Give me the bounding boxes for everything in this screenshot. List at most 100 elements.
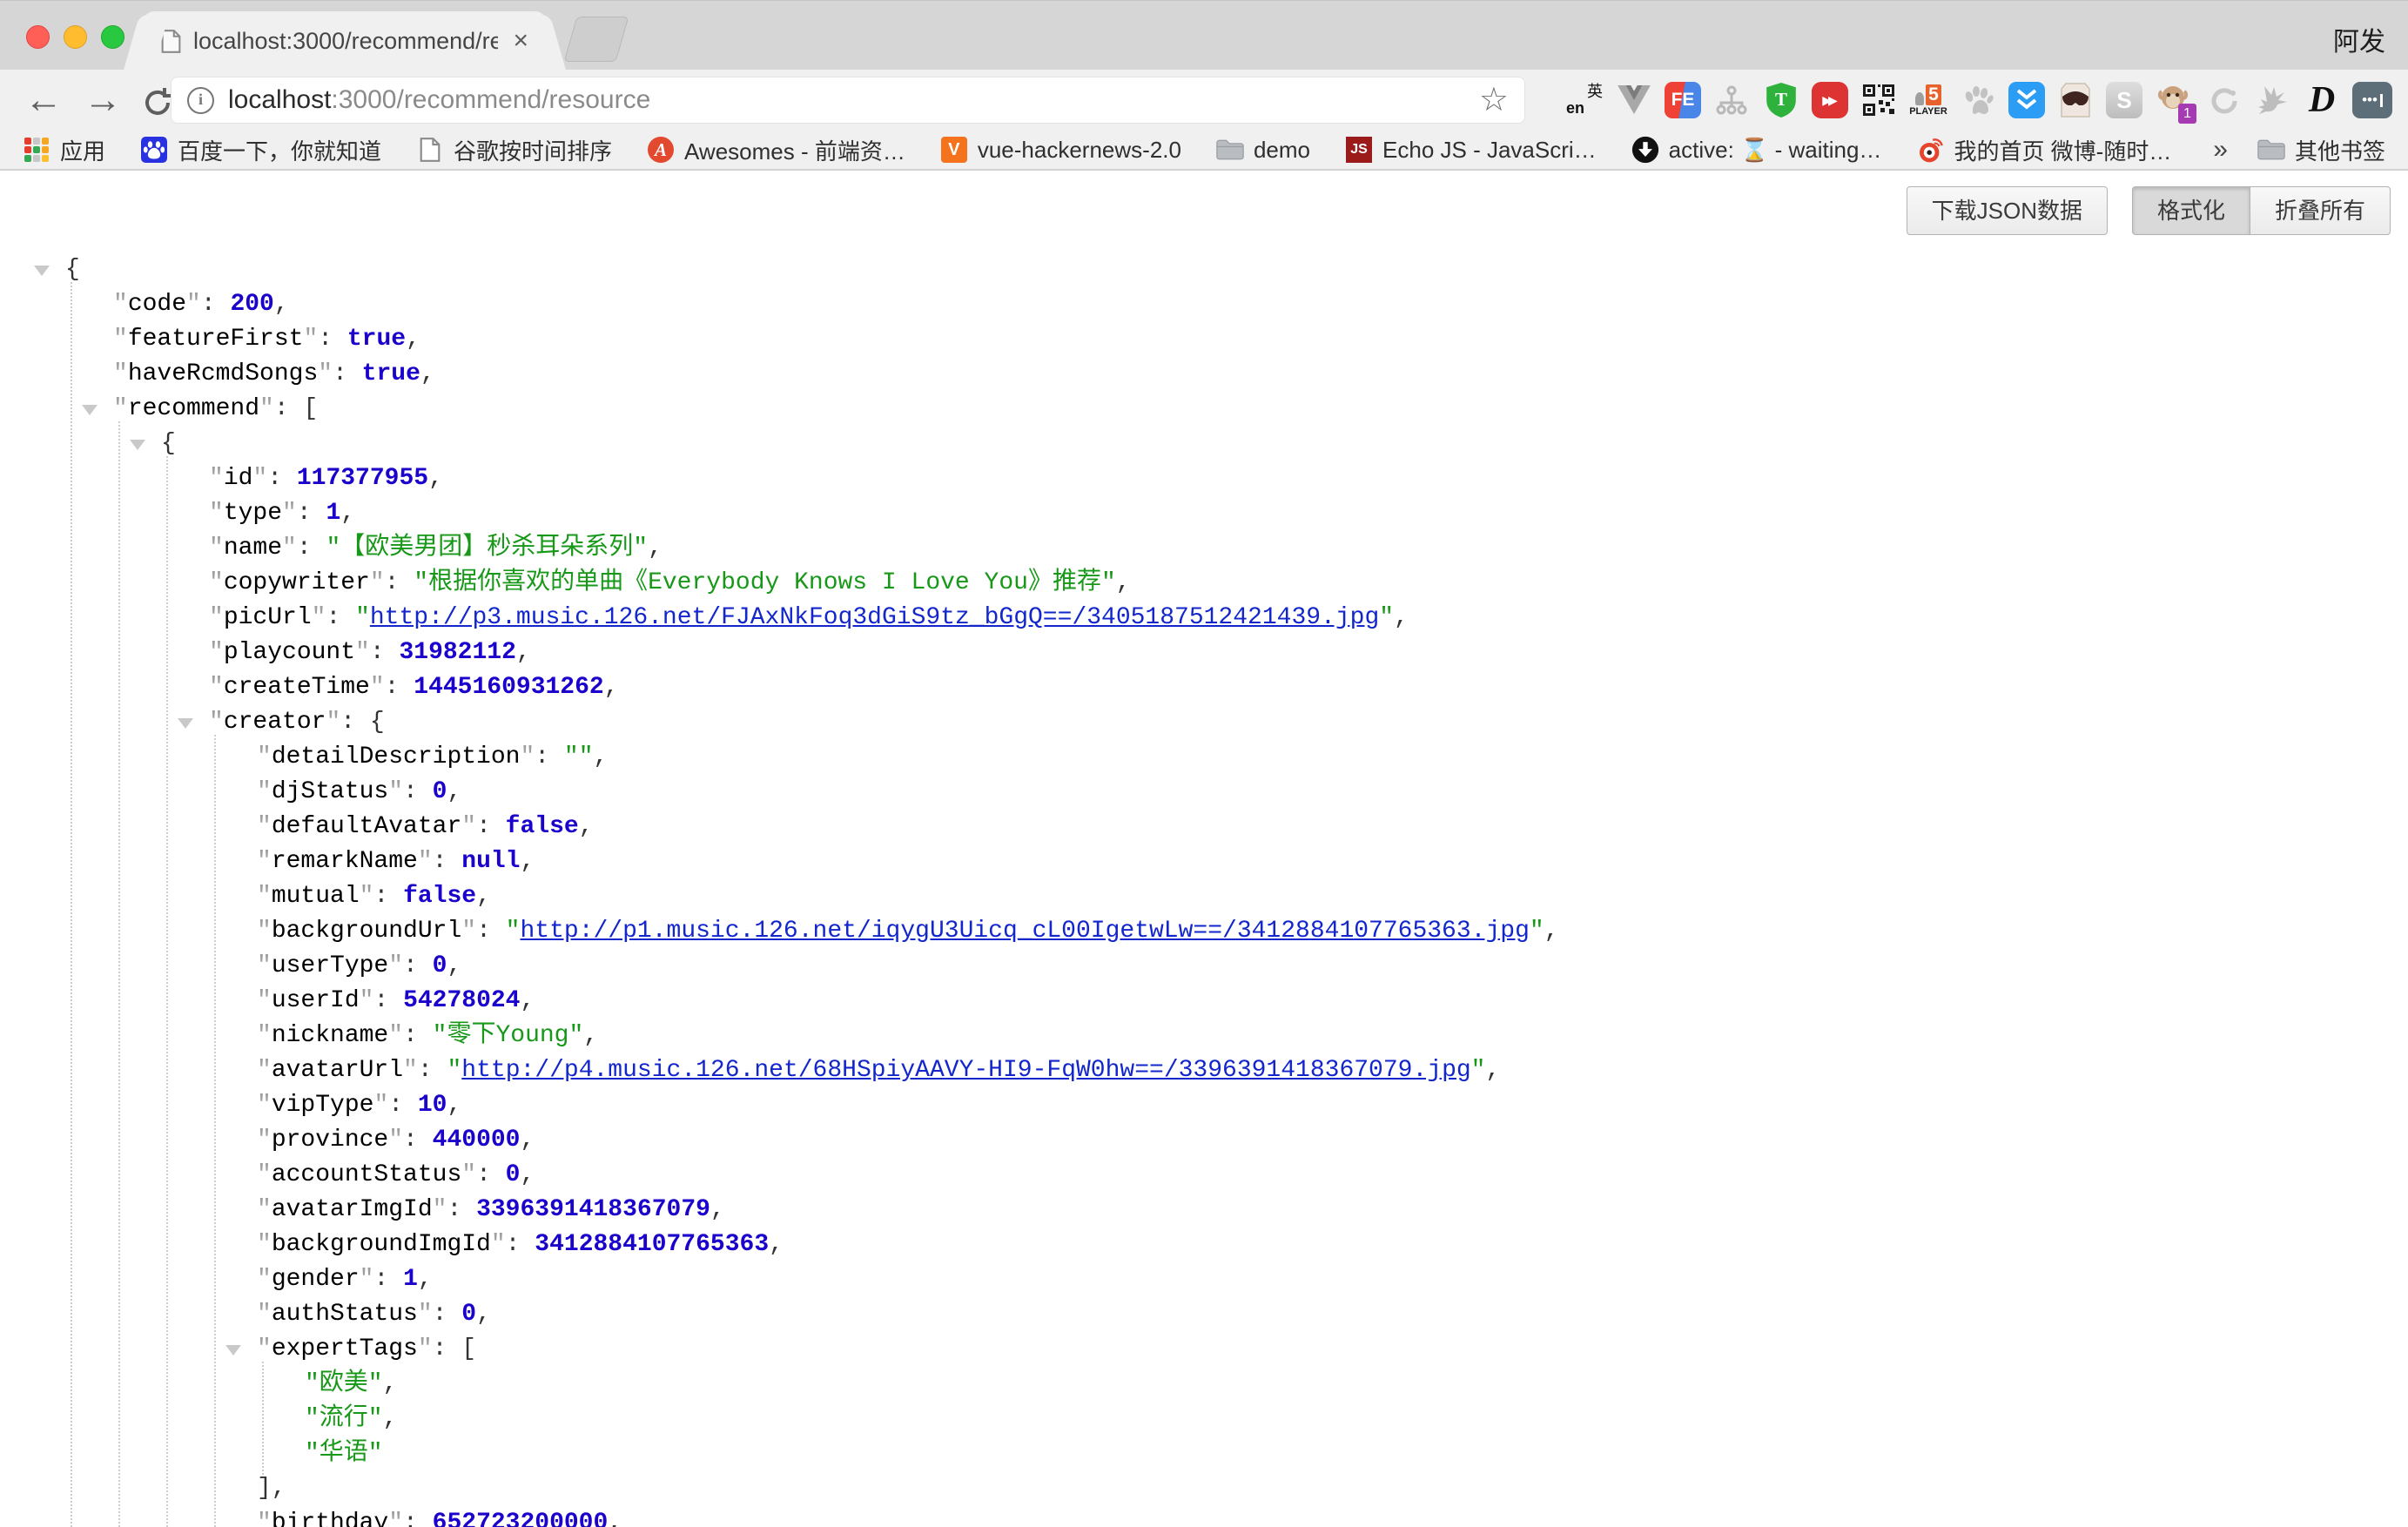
json-punctuation: :: [297, 500, 326, 527]
json-punctuation: ,: [428, 465, 443, 492]
paw-extension-icon[interactable]: [1959, 81, 1997, 119]
json-punctuation: :: [373, 1266, 403, 1293]
json-line: "defaultAvatar": false,: [0, 810, 2408, 844]
page-info-icon[interactable]: i: [187, 87, 214, 114]
json-line: "流行",: [0, 1402, 2408, 1436]
json-number: 0: [506, 1161, 521, 1188]
json-line: "backgroundImgId": 3412884107765363,: [0, 1228, 2408, 1262]
new-tab-button[interactable]: [564, 17, 629, 62]
json-key: "picUrl": [209, 604, 326, 631]
bookmark-item[interactable]: 我的首页 微博-随时…: [1916, 134, 2171, 166]
bookmark-item[interactable]: demo: [1216, 136, 1310, 164]
bookmark-item[interactable]: JSEcho JS - JavaScri…: [1345, 136, 1597, 164]
download-json-button[interactable]: 下载JSON数据: [1907, 186, 2108, 235]
bookmark-item[interactable]: 应用: [23, 134, 105, 166]
address-bar[interactable]: i localhost:3000/recommend/resource ☆: [171, 77, 1525, 124]
onetab-extension-icon[interactable]: •••: [2352, 82, 2392, 118]
json-link[interactable]: http://p3.music.126.net/FJAxNkFoq3dGiS9t…: [370, 604, 1379, 631]
reload-button[interactable]: [141, 84, 174, 131]
sitemap-extension-icon[interactable]: [1712, 81, 1751, 119]
json-number: 10: [418, 1092, 447, 1119]
json-punctuation: :: [385, 569, 414, 596]
json-number: 117377955: [297, 465, 428, 492]
json-number: 652723200000: [433, 1510, 609, 1527]
json-line: "华语": [0, 1436, 2408, 1471]
bookmark-item[interactable]: Vvue-hackernews-2.0: [940, 136, 1181, 164]
json-string: "欧美": [305, 1370, 383, 1397]
json-punctuation: ,: [1116, 569, 1131, 596]
letter-s-extension-icon[interactable]: S: [2106, 82, 2142, 118]
json-link[interactable]: http://p1.music.126.net/iqygU3Uicq_cL00I…: [520, 918, 1529, 945]
tab-bar: localhost:3000/recommend/re × 阿发: [0, 0, 2408, 70]
bookmark-item[interactable]: AAwesomes - 前端资…: [647, 134, 905, 166]
html5-player-extension-icon[interactable]: 5 PLAYER: [1909, 81, 1947, 119]
bookmark-item[interactable]: 谷歌按时间排序: [416, 134, 612, 166]
tab-close-icon[interactable]: ×: [513, 26, 528, 56]
page-favicon-icon: [161, 29, 181, 54]
profile-name[interactable]: 阿发: [2333, 20, 2385, 58]
fe-extension-icon[interactable]: FE: [1665, 82, 1701, 118]
forward-button[interactable]: →: [84, 77, 122, 124]
json-line: "creator": {: [0, 705, 2408, 740]
json-key: "copywriter": [209, 569, 385, 596]
json-punctuation: ,: [608, 1510, 622, 1527]
indent-guide: [262, 1362, 264, 1475]
collapse-toggle-icon[interactable]: [130, 440, 145, 450]
back-button[interactable]: ←: [24, 77, 63, 124]
page-content: 下载JSON数据 格式化 折叠所有 {"code": 200,"featureF…: [0, 171, 2408, 1525]
bookmark-item[interactable]: active: ⌛ - waiting…: [1631, 136, 1882, 164]
json-punctuation: ,: [420, 360, 435, 387]
mask-extension-icon[interactable]: [2056, 81, 2095, 119]
close-window-button[interactable]: [26, 25, 50, 49]
collapse-toggle-icon[interactable]: [82, 405, 98, 415]
maximize-window-button[interactable]: [101, 25, 124, 49]
tampermonkey-extension-icon[interactable]: 1: [2154, 81, 2192, 119]
bookmark-label: demo: [1254, 137, 1310, 164]
other-bookmarks-button[interactable]: 其他书签: [2257, 134, 2385, 166]
json-punctuation: ,: [418, 1266, 433, 1293]
letter-d-extension-icon[interactable]: D: [2303, 81, 2341, 119]
json-key: "backgroundImgId": [257, 1231, 506, 1258]
json-number: 200: [230, 291, 273, 318]
json-string: "http://p1.music.126.net/iqygU3Uicq_cL00…: [506, 918, 1544, 945]
format-button[interactable]: 格式化: [2132, 186, 2250, 235]
browser-tab[interactable]: localhost:3000/recommend/re ×: [144, 11, 546, 71]
json-line: "copywriter": "根据你喜欢的单曲《Everybody Knows …: [0, 566, 2408, 601]
json-punctuation: :: [403, 952, 433, 979]
json-key: "type": [209, 500, 297, 527]
json-key: "mutual": [257, 883, 373, 910]
fast-forward-extension-icon[interactable]: ▶▶: [1812, 82, 1848, 118]
json-punctuation: ,: [340, 500, 355, 527]
collapse-toggle-icon[interactable]: [225, 1345, 241, 1355]
translate-extension-icon[interactable]: en 英: [1565, 81, 1604, 119]
url-text[interactable]: localhost:3000/recommend/resource: [228, 85, 650, 115]
json-key: "haveRcmdSongs": [113, 360, 333, 387]
minimize-window-button[interactable]: [64, 25, 87, 49]
json-line: "remarkName": null,: [0, 844, 2408, 879]
json-punctuation: :: [333, 360, 362, 387]
json-key: "detailDescription": [257, 743, 535, 770]
collapse-all-button[interactable]: 折叠所有: [2250, 186, 2391, 235]
json-link[interactable]: http://p4.music.126.net/68HSpiyAAVY-HI9-…: [461, 1057, 1470, 1084]
down-chevrons-extension-icon[interactable]: [2008, 82, 2045, 118]
collapse-toggle-icon[interactable]: [178, 718, 193, 729]
json-punctuation: ,: [1485, 1057, 1500, 1084]
json-key: "defaultAvatar": [257, 813, 476, 840]
bookmarks-overflow-chevron[interactable]: »: [2213, 135, 2228, 165]
json-punctuation: ,: [383, 1405, 398, 1432]
collapse-toggle-icon[interactable]: [34, 266, 50, 276]
bookmark-item[interactable]: 百度一下，你就知道: [140, 134, 381, 166]
json-line: "name": "【欧美男团】秒杀耳朵系列",: [0, 531, 2408, 566]
json-punctuation: ,: [648, 535, 663, 562]
qrcode-extension-icon[interactable]: [1860, 81, 1898, 119]
apps-grid-bookmark-icon: [23, 136, 50, 164]
json-punctuation: ,: [447, 778, 461, 805]
bookmark-star-icon[interactable]: ☆: [1479, 84, 1509, 117]
shield-t-extension-icon[interactable]: T: [1762, 81, 1800, 119]
vue-extension-icon[interactable]: [1615, 81, 1653, 119]
window-controls: [26, 25, 124, 49]
hummingbird-extension-icon[interactable]: [2253, 81, 2291, 119]
swirl-extension-icon[interactable]: [2203, 81, 2242, 119]
browser-menu-icon[interactable]: ⋮: [2404, 81, 2408, 119]
json-key: "creator": [209, 709, 340, 736]
